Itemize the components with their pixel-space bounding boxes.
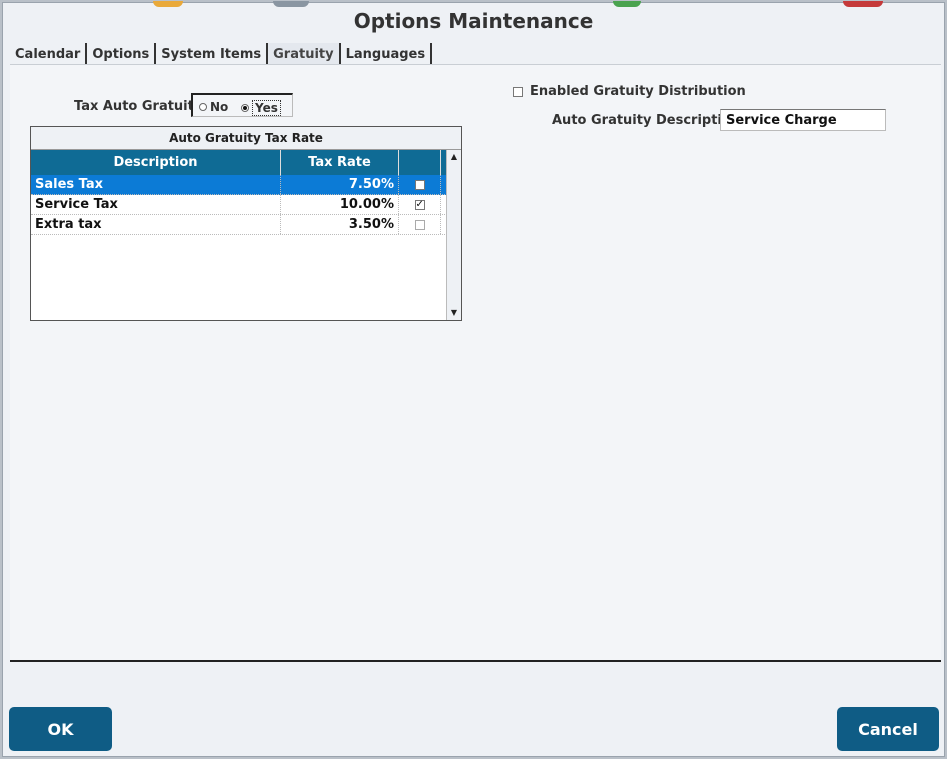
tab-bar: Calendar Options System Items Gratuity L… [10,43,433,65]
ok-button[interactable]: OK [9,707,112,751]
radio-yes-dot[interactable] [241,104,249,112]
radio-yes[interactable]: Yes [241,100,281,116]
row-checkbox[interactable] [414,179,425,190]
row-tax-rate: 3.50% [281,215,399,234]
deco-strip [153,1,183,7]
radio-no-dot[interactable] [199,103,207,111]
tab-system-items[interactable]: System Items [156,43,269,64]
column-header-select[interactable] [399,150,441,175]
radio-yes-label: Yes [252,100,281,116]
deco-strip [613,1,641,7]
row-description: Service Tax [31,195,281,214]
column-header-description[interactable]: Description [31,150,281,175]
gratuity-panel: Tax Auto Gratuity No Yes Auto Gratuity T… [10,64,941,662]
enabled-gratuity-distribution-checkbox[interactable] [513,87,523,97]
row-checkbox[interactable]: ✓ [414,199,425,210]
options-window: Options Maintenance Calendar Options Sys… [2,1,945,757]
auto-gratuity-description-input[interactable] [720,109,886,131]
radio-no-label: No [210,100,229,114]
tax-auto-gratuity-label: Tax Auto Gratuity [74,99,203,114]
enabled-gratuity-distribution-label: Enabled Gratuity Distribution [530,84,746,99]
grid-title: Auto Gratuity Tax Rate [31,127,461,150]
table-row[interactable]: Extra tax 3.50% [31,215,461,235]
column-header-tax-rate[interactable]: Tax Rate [281,150,399,175]
table-row[interactable]: Service Tax 10.00% ✓ [31,195,461,215]
tab-calendar[interactable]: Calendar [10,43,88,64]
tax-auto-gratuity-radio-group: No Yes [191,93,293,117]
tab-languages[interactable]: Languages [340,43,433,64]
radio-no[interactable]: No [199,100,228,114]
row-checkbox[interactable] [414,219,425,230]
scroll-up-icon[interactable]: ▲ [447,151,461,163]
tab-options[interactable]: Options [87,43,157,64]
row-tax-rate: 7.50% [281,175,399,194]
row-checkbox-cell: ✓ [399,195,441,214]
tab-gratuity[interactable]: Gratuity [268,43,341,64]
cancel-button[interactable]: Cancel [837,707,939,751]
row-checkbox-cell [399,175,441,194]
auto-gratuity-description-label: Auto Gratuity Description [552,113,741,128]
deco-strip [273,1,309,7]
deco-strip [843,1,883,7]
table-row[interactable]: Sales Tax 7.50% [31,175,461,195]
auto-gratuity-tax-rate-grid: Auto Gratuity Tax Rate Description Tax R… [30,126,462,321]
grid-scrollbar[interactable]: ▲ ▼ [446,150,461,320]
grid-header-row: Description Tax Rate [31,150,461,175]
window-title: Options Maintenance [353,9,594,33]
row-checkbox-cell [399,215,441,234]
row-description: Extra tax [31,215,281,234]
scroll-down-icon[interactable]: ▼ [447,307,461,319]
row-tax-rate: 10.00% [281,195,399,214]
row-description: Sales Tax [31,175,281,194]
